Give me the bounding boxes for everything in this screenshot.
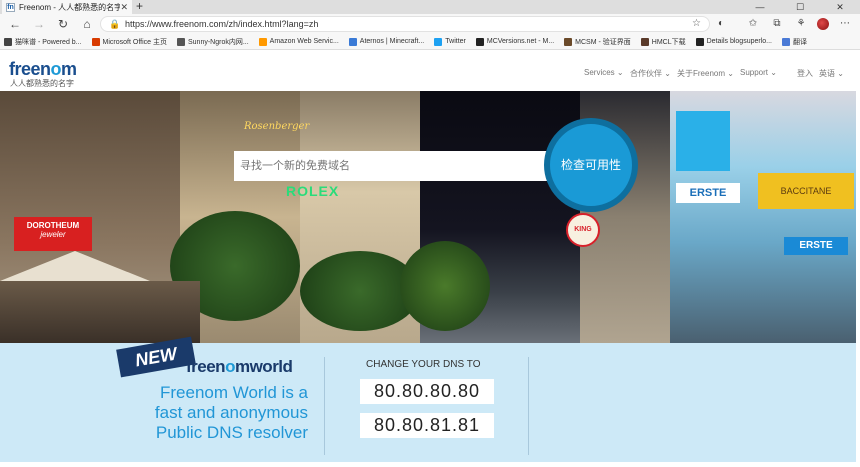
bookmark-favicon-icon [258,37,267,46]
bookmark-item[interactable]: HMCL下载 [640,37,686,47]
lock-icon: 🔒 [109,19,121,29]
nav-partners[interactable]: 合作伙伴 ⌄ [630,68,671,79]
rolex-sign: ROLEX [286,183,340,199]
domain-search-input[interactable] [234,151,554,181]
nav-language[interactable]: 英语 ⌄ [819,68,844,79]
read-aloud-icon[interactable]: ◐ [714,17,728,31]
tab-title: Freenom - 人人都熟悉的名字 [19,2,121,12]
bookmark-favicon-icon [176,37,185,46]
browser-toolbar: ← → ↻ ⌂ 🔒 https://www.freenom.com/zh/ind… [0,14,860,34]
bookmark-label: Twitter [445,38,466,45]
bookmark-favicon-icon [91,37,100,46]
bookmark-label: 翻译 [793,38,807,46]
bookmark-item[interactable]: Sunny-Ngrok内网... [176,37,249,47]
bookmark-favicon-icon [4,37,12,46]
address-bar[interactable]: 🔒 https://www.freenom.com/zh/index.html?… [100,16,710,32]
bookmark-item[interactable]: MCSM - 验证界面 [564,37,631,47]
bookmark-label: 猫咪谱 - Powered b... [15,38,82,46]
nav-support[interactable]: Support ⌄ [740,68,777,77]
collections-icon[interactable]: ⧉ [770,17,784,31]
bookmark-label: MCVersions.net - M... [486,38,555,45]
minimize-icon[interactable]: — [740,0,780,14]
back-icon[interactable]: ← [8,17,22,31]
bookmark-item[interactable]: Microsoft Office 主页 [91,37,167,47]
erste-sign-2: ERSTE [784,237,848,255]
bookmark-favicon-icon [640,37,649,46]
bookmark-item[interactable]: Aternos | Minecraft... [348,37,425,46]
erste-sign: ERSTE [676,183,740,203]
browser-tab[interactable]: fn Freenom - 人人都熟悉的名字 ✕ [2,0,132,14]
close-window-icon[interactable]: ✕ [820,0,860,14]
promo-text-line: fast and anonymous [154,403,308,422]
hero-banner: DOROTHEUM jeweler Rosenberger ROLEX ERSTE… [0,91,856,343]
bookmark-item[interactable]: MCVersions.net - M... [475,37,555,46]
tree [400,241,490,331]
maximize-icon[interactable]: ☐ [780,0,820,14]
rosenberger-sign: Rosenberger [244,121,310,132]
street [0,281,200,343]
bookmark-item[interactable]: Twitter [434,37,466,46]
bookmark-label: MCSM - 验证界面 [575,38,631,46]
bookmark-favicon-icon [564,37,573,46]
forward-icon[interactable]: → [32,17,46,31]
new-tab-button[interactable]: + [136,0,143,13]
promo-text-line: Freenom World is a [159,383,308,402]
tab-strip: fn Freenom - 人人都熟悉的名字 ✕ + — ☐ ✕ [0,0,860,14]
refresh-icon[interactable]: ↻ [56,17,70,31]
promo-text-line: Public DNS resolver [155,423,308,442]
loccitane-sign: BACCITANE [758,173,854,209]
bookmark-label: Amazon Web Servic... [269,38,339,45]
bookmark-label: HMCL下载 [651,38,686,46]
nav-services[interactable]: Services ⌄ [584,68,624,77]
bookmark-item[interactable]: Details blogsuperlo... [695,37,772,46]
bookmark-label: Details blogsuperlo... [706,38,772,45]
burger-king-sign: KING [566,213,600,247]
secondary-dns-value: 80.80.81.81 [360,413,494,438]
divider [528,357,529,455]
divider [324,357,325,455]
bookmark-label: Aternos | Minecraft... [359,38,425,45]
check-availability-button[interactable]: 检查可用性 [544,118,638,212]
bookmark-item[interactable]: Amazon Web Servic... [258,37,339,46]
blue-billboard [676,111,730,171]
favorite-star-icon[interactable]: ☆ [692,17,701,31]
nav-login[interactable]: 登入 [797,68,813,79]
freenom-logo[interactable]: freenom [9,59,77,80]
primary-dns-value: 80.80.80.80 [360,379,494,404]
profile-avatar[interactable] [817,18,829,30]
freenom-world-logo: freenomworld [186,357,293,376]
dorotheum-sign: DOROTHEUM jeweler [14,217,92,251]
bookmark-favicon-icon [348,37,357,46]
bookmark-favicon-icon [695,37,704,46]
tagline: 人人都熟悉的名字 [10,79,74,88]
freenom-world-banner[interactable]: NEW freenomworld Freenom World is a fast… [0,336,856,462]
home-icon[interactable]: ⌂ [80,17,94,31]
bookmark-favicon-icon [782,37,790,46]
close-tab-icon[interactable]: ✕ [120,2,128,13]
bookmark-item[interactable]: 猫咪谱 - Powered b... [4,37,82,47]
site-header: freenom 人人都熟悉的名字 Services ⌄ 合作伙伴 ⌄ 关于Fre… [0,51,860,91]
extension-icon[interactable]: ⚘ [794,17,808,31]
bookmark-label: Microsoft Office 主页 [102,38,167,46]
bookmark-favicon-icon [434,37,443,46]
url-text: https://www.freenom.com/zh/index.html?la… [125,19,319,29]
favorites-icon[interactable]: ✩ [746,17,760,31]
bookmarks-bar: 猫咪谱 - Powered b... Microsoft Office 主页 Sun… [0,34,860,50]
dns-title: CHANGE YOUR DNS TO [366,359,481,370]
new-badge: NEW [116,336,196,378]
bookmark-label: Sunny-Ngrok内网... [187,38,249,46]
bookmark-item[interactable]: 翻译 [782,37,807,47]
menu-icon[interactable]: ⋯ [838,17,852,31]
freenom-favicon-icon: fn [6,2,15,12]
nav-about[interactable]: 关于Freenom ⌄ [677,68,734,79]
bookmark-favicon-icon [475,37,484,46]
